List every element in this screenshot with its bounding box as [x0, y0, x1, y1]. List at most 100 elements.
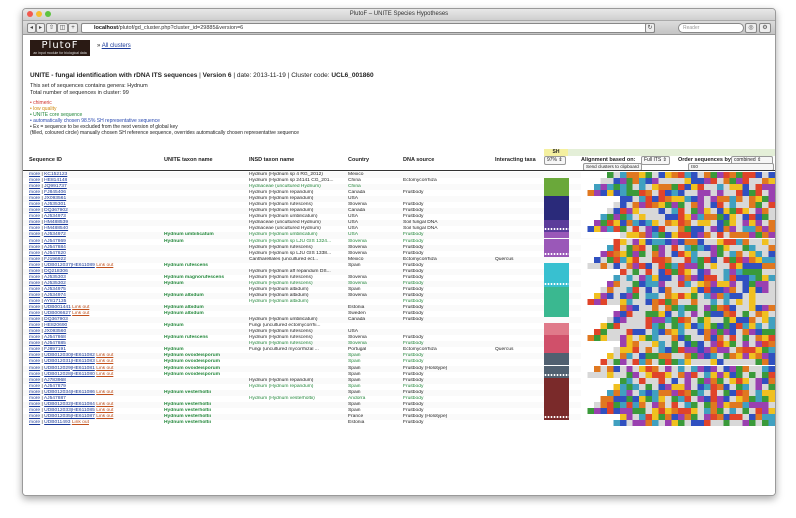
- link-out[interactable]: Link out: [96, 263, 113, 268]
- more-link[interactable]: more: [29, 251, 40, 256]
- more-link[interactable]: more: [29, 232, 40, 237]
- more-link[interactable]: more: [29, 269, 40, 274]
- more-link[interactable]: more: [29, 317, 40, 322]
- more-link[interactable]: more: [29, 402, 40, 407]
- sh-threshold-select[interactable]: 97% ⇕: [544, 156, 566, 165]
- more-link[interactable]: more: [29, 172, 40, 177]
- sequence-id-link[interactable]: AJ547879: [44, 384, 66, 389]
- more-link[interactable]: more: [29, 196, 40, 201]
- sequence-id-link[interactable]: AJ547885: [44, 341, 66, 346]
- more-link[interactable]: more: [29, 263, 40, 268]
- more-link[interactable]: more: [29, 190, 40, 195]
- reader-button[interactable]: Reader: [678, 23, 744, 33]
- more-link[interactable]: more: [29, 329, 40, 334]
- more-link[interactable]: more: [29, 178, 40, 183]
- more-link[interactable]: more: [29, 323, 40, 328]
- more-link[interactable]: more: [29, 420, 40, 425]
- more-link[interactable]: more: [29, 299, 40, 304]
- sequence-id-link[interactable]: AJ783968: [44, 378, 66, 383]
- more-link[interactable]: more: [29, 220, 40, 225]
- sequence-id-link[interactable]: UDB012032|HE611084: [44, 402, 95, 407]
- sequence-id-link[interactable]: AJ534974: [44, 293, 66, 298]
- more-link[interactable]: more: [29, 208, 40, 213]
- sequence-id-link[interactable]: DQ367903: [44, 317, 68, 322]
- sequence-id-link[interactable]: JX093560: [44, 329, 66, 334]
- sequence-id-link[interactable]: AJ547820: [44, 251, 66, 256]
- more-link[interactable]: more: [29, 372, 40, 377]
- all-clusters-link[interactable]: All clusters: [102, 43, 131, 49]
- sequence-id-link[interactable]: AJ547887: [44, 396, 66, 401]
- sequence-id-link[interactable]: UDB012034|HE611086: [44, 390, 95, 395]
- share-icon[interactable]: ⇧: [46, 23, 57, 33]
- sequence-id-link[interactable]: UDB012033|HE611085: [44, 408, 95, 413]
- reading-list-icon[interactable]: ◫: [57, 23, 68, 33]
- downloads-icon[interactable]: ◎: [745, 23, 757, 33]
- more-link[interactable]: more: [29, 390, 40, 395]
- link-out[interactable]: Link out: [96, 359, 113, 364]
- more-link[interactable]: more: [29, 257, 40, 262]
- link-out[interactable]: Link out: [96, 372, 113, 377]
- more-link[interactable]: more: [29, 287, 40, 292]
- link-out[interactable]: Link out: [96, 414, 113, 419]
- sequence-id-link[interactable]: UDB012037|HE611089: [44, 263, 95, 268]
- more-link[interactable]: more: [29, 359, 40, 364]
- sequence-id-link[interactable]: AY817135: [44, 299, 66, 304]
- col-insd[interactable]: INSD taxon name: [249, 156, 294, 165]
- more-link[interactable]: more: [29, 378, 40, 383]
- sequence-id-link[interactable]: HE814148: [44, 178, 67, 183]
- sequence-id-link[interactable]: HM488540: [44, 226, 68, 231]
- sequence-id-link[interactable]: AJ534975: [44, 287, 66, 292]
- col-seq-id[interactable]: Sequence ID: [29, 156, 62, 165]
- link-out[interactable]: Link out: [72, 305, 89, 310]
- sequence-id-link[interactable]: UDB012031|HE611083: [44, 359, 95, 364]
- more-link[interactable]: more: [29, 293, 40, 298]
- link-out[interactable]: Link out: [96, 390, 113, 395]
- col-taxa[interactable]: Interacting taxa: [495, 156, 536, 165]
- col-country[interactable]: Country: [348, 156, 369, 165]
- sequence-id-link[interactable]: UDB011493: [44, 420, 70, 425]
- more-link[interactable]: more: [29, 275, 40, 280]
- sequence-id-link[interactable]: JX093561: [44, 196, 66, 201]
- sequence-id-link[interactable]: FJ196922: [44, 257, 66, 262]
- link-out[interactable]: Link out: [96, 408, 113, 413]
- sequence-id-link[interactable]: HE820690: [44, 323, 67, 328]
- link-out[interactable]: Link out: [96, 366, 113, 371]
- reload-icon[interactable]: ↻: [645, 23, 655, 33]
- more-link[interactable]: more: [29, 184, 40, 189]
- more-link[interactable]: more: [29, 202, 40, 207]
- more-link[interactable]: more: [29, 366, 40, 371]
- sequence-id-link[interactable]: FJ845406: [44, 190, 66, 195]
- sequence-id-link[interactable]: AJ547884: [44, 245, 66, 250]
- sequence-id-link[interactable]: DQ218306: [44, 269, 68, 274]
- sequence-id-link[interactable]: UDB012028|HE611080: [44, 372, 95, 377]
- settings-icon[interactable]: ⚙: [759, 23, 771, 33]
- more-link[interactable]: more: [29, 281, 40, 286]
- more-link[interactable]: more: [29, 408, 40, 413]
- sequence-id-link[interactable]: JQ991737: [44, 184, 67, 189]
- link-out[interactable]: Link out: [96, 402, 113, 407]
- link-out[interactable]: Link out: [96, 353, 113, 358]
- more-link[interactable]: more: [29, 396, 40, 401]
- sequence-id-link[interactable]: UDB012035|HE611087: [44, 414, 95, 419]
- more-link[interactable]: more: [29, 353, 40, 358]
- sequence-id-link[interactable]: FJ897191: [44, 347, 66, 352]
- sequence-id-link[interactable]: KC152123: [44, 172, 67, 177]
- add-tab-icon[interactable]: +: [68, 23, 78, 33]
- sequence-id-link[interactable]: UDB006627: [44, 311, 71, 316]
- sequence-id-link[interactable]: HM488539: [44, 220, 68, 225]
- forward-icon[interactable]: ▸: [36, 23, 45, 33]
- col-source[interactable]: DNA source: [403, 156, 434, 165]
- back-icon[interactable]: ◂: [27, 23, 36, 33]
- link-out[interactable]: Link out: [72, 420, 89, 425]
- more-link[interactable]: more: [29, 384, 40, 389]
- link-out[interactable]: Link out: [72, 311, 89, 316]
- sequence-id-link[interactable]: UDB001441: [44, 305, 71, 310]
- more-link[interactable]: more: [29, 239, 40, 244]
- more-link[interactable]: more: [29, 347, 40, 352]
- sequence-id-link[interactable]: AJ535303: [44, 275, 66, 280]
- more-link[interactable]: more: [29, 214, 40, 219]
- sequence-id-link[interactable]: AJ547869: [44, 239, 66, 244]
- sequence-id-link[interactable]: AJ534972: [44, 232, 66, 237]
- address-bar[interactable]: localhost/plutof/gd_cluster.php?cluster_…: [81, 23, 655, 33]
- more-link[interactable]: more: [29, 245, 40, 250]
